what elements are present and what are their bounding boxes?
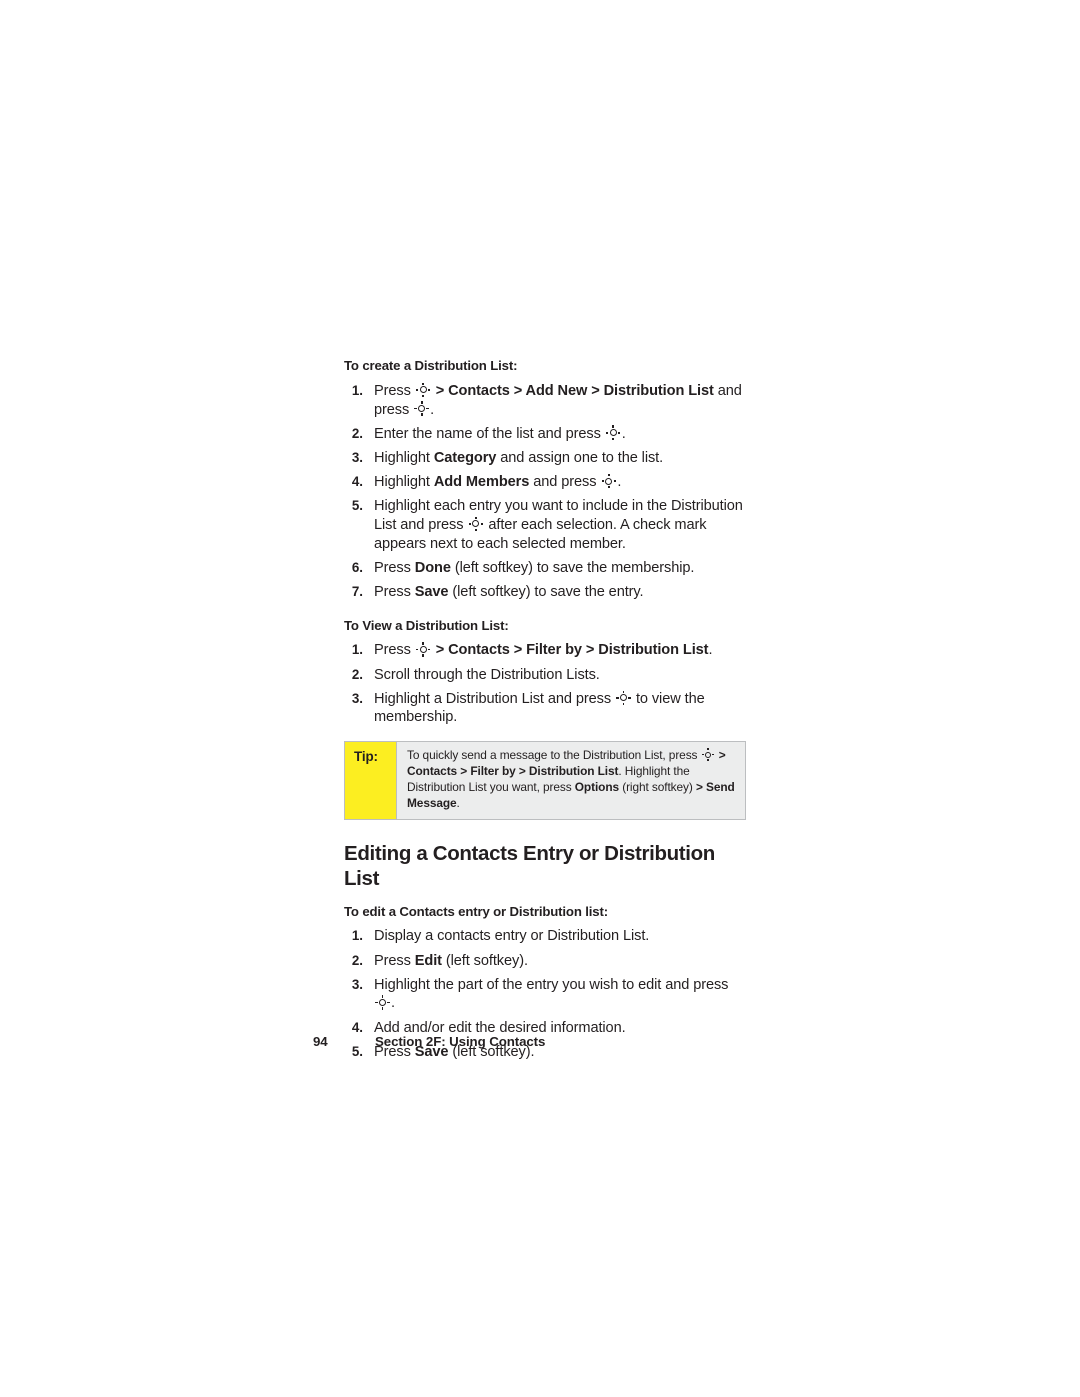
list-item: 2. Scroll through the Distribution Lists. [344, 666, 744, 685]
manual-page: To create a Distribution List: 1. Press >… [0, 0, 1080, 1397]
step-text: Display a contacts entry or Distribution… [374, 928, 650, 945]
navigation-key-icon [375, 995, 390, 1010]
step-text: Highlight a Distribution List and press … [374, 690, 705, 726]
step-text: Enter the name of the list and press . [374, 425, 626, 442]
navigation-key-icon [416, 382, 431, 398]
step-text: Highlight Add Members and press . [374, 473, 622, 491]
navigation-key-icon [606, 425, 621, 440]
step-number: 4. [351, 474, 363, 490]
emphasis-text: Save [414, 583, 449, 600]
list-item: 2. Press Edit (left softkey). [344, 952, 744, 971]
navigation-key-icon [416, 642, 431, 657]
navigation-key-icon [701, 748, 715, 761]
page-title: Editing a Contacts Entry or Distribution… [344, 842, 715, 890]
step-number: 2. [351, 666, 363, 682]
step-text: Highlight each entry you want to include… [374, 498, 743, 552]
emphasis-text: Category [433, 449, 497, 466]
step-list-create: 1. Press > Contacts > Add New > Distribut… [344, 382, 744, 602]
emphasis-text: > Contacts > Add New > Distribution List [431, 382, 714, 399]
step-number: 6. [351, 559, 363, 575]
footer-section-title: Section 2F: Using Contacts [375, 1034, 546, 1049]
tip-text: To quickly send a message to the Distrib… [407, 748, 735, 810]
emphasis-text: Add Members [433, 474, 530, 491]
step-number: 3. [351, 690, 363, 706]
page-content: To create a Distribution List: 1. Press >… [344, 358, 746, 1067]
tip-callout: Tip: To quickly send a message to the Di… [344, 741, 746, 821]
step-text: Press Edit (left softkey). [374, 952, 528, 969]
footer-page-number: 94 [313, 1034, 328, 1049]
list-item: 1. Press > Contacts > Filter by > Distrib… [344, 641, 744, 660]
step-number: 1. [351, 382, 363, 398]
step-text: Scroll through the Distribution Lists. [374, 666, 600, 683]
step-text: Press > Contacts > Add New > Distributio… [374, 382, 742, 418]
list-item: 7. Press Save (left softkey) to save the … [344, 583, 744, 602]
section-create-distribution-list: To create a Distribution List: 1. Press >… [344, 358, 744, 602]
list-item: 1. Display a contacts entry or Distributi… [344, 927, 744, 946]
list-item: 1. Press > Contacts > Add New > Distribut… [344, 382, 744, 419]
emphasis-text: > Contacts > Filter by > Distribution Li… [407, 748, 726, 778]
step-number: 3. [351, 976, 363, 992]
step-text: Press Save (left softkey) to save the en… [374, 583, 644, 600]
navigation-key-icon [468, 516, 484, 532]
list-item: 4. Highlight Add Members and press . [344, 473, 744, 492]
step-number: 3. [351, 449, 363, 465]
emphasis-text: > Contacts > Filter by > Distribution Li… [431, 642, 709, 659]
step-number: 2. [351, 952, 363, 968]
list-item: 5. Highlight each entry you want to inclu… [344, 497, 744, 553]
procedure-heading: To create a Distribution List: [344, 358, 518, 373]
emphasis-text: Done [414, 559, 451, 576]
list-item: 3. Highlight Category and assign one to t… [344, 449, 744, 468]
section-view-distribution-list: To View a Distribution List: 1. Press > C… [344, 618, 744, 728]
emphasis-text: > Send Message [407, 779, 735, 810]
list-item: 6. Press Done (left softkey) to save the … [344, 559, 744, 578]
page-footer: 94 Section 2F: Using Contacts [313, 1034, 545, 1049]
navigation-key-icon [616, 690, 631, 705]
list-item: 2. Enter the name of the list and press . [344, 425, 744, 444]
step-text: Highlight Category and assign one to the… [374, 449, 664, 466]
navigation-key-icon [601, 473, 617, 489]
procedure-heading: To edit a Contacts entry or Distribution… [344, 903, 608, 919]
step-number: 5. [351, 498, 363, 514]
step-number: 1. [351, 642, 363, 658]
step-number: 1. [351, 928, 363, 944]
tip-label: Tip: [345, 742, 397, 820]
step-number: 2. [351, 425, 363, 441]
step-text: Highlight the part of the entry you wish… [374, 976, 729, 1012]
emphasis-text: Options [574, 779, 619, 794]
navigation-key-icon [414, 401, 429, 416]
emphasis-text: Edit [414, 952, 442, 969]
step-number: 7. [351, 583, 363, 599]
list-item: 3. Highlight a Distribution List and pres… [344, 690, 744, 727]
list-item: 3. Highlight the part of the entry you wi… [344, 976, 744, 1013]
procedure-heading: To View a Distribution List: [344, 617, 509, 633]
step-text: Press Done (left softkey) to save the me… [374, 559, 695, 576]
step-list-view: 1. Press > Contacts > Filter by > Distrib… [344, 641, 744, 727]
step-text: Press > Contacts > Filter by > Distribut… [374, 642, 713, 659]
